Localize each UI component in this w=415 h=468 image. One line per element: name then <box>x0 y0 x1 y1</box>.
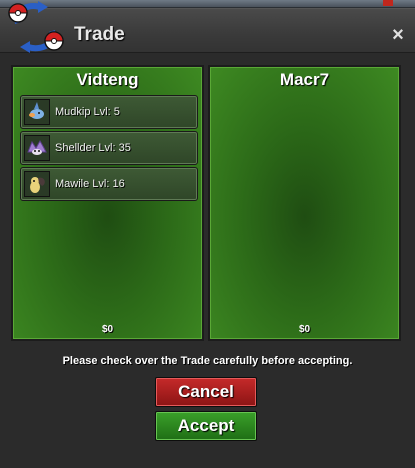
cancel-button[interactable]: Cancel <box>155 377 257 407</box>
title-bar: Trade × <box>0 1 415 53</box>
offer-slot-mudkip[interactable]: Mudkip Lvl: 5 <box>20 95 198 129</box>
my-offer-panel: Vidteng Mudkip Lvl: 5 Shellder Lvl: 35 M… <box>11 65 204 341</box>
offer-slot-shellder[interactable]: Shellder Lvl: 35 <box>20 131 198 165</box>
partner-player-name: Macr7 <box>279 70 330 89</box>
offer-slot-label: Mudkip Lvl: 5 <box>55 106 120 118</box>
accept-button[interactable]: Accept <box>155 411 257 441</box>
close-button[interactable]: × <box>389 25 407 45</box>
trade-warning-text: Please check over the Trade carefully be… <box>62 355 353 367</box>
mudkip-sprite-icon <box>24 99 50 125</box>
my-money-offer: $0 <box>101 324 114 335</box>
my-player-name: Vidteng <box>76 70 139 89</box>
partner-offer-panel: Macr7 $0 <box>208 65 401 341</box>
window-title: Trade <box>74 24 125 45</box>
offer-slot-label: Shellder Lvl: 35 <box>55 142 131 154</box>
shellder-sprite-icon <box>24 135 50 161</box>
partner-money-offer: $0 <box>298 324 311 335</box>
trade-swap-logo-icon <box>8 1 64 53</box>
offer-slot-mawile[interactable]: Mawile Lvl: 16 <box>20 167 198 201</box>
mawile-sprite-icon <box>24 171 50 197</box>
offer-slot-label: Mawile Lvl: 16 <box>55 178 125 190</box>
trade-window: Trade × Vidteng Mudkip Lvl: 5 Shellder L… <box>0 1 415 468</box>
top-strip-red-marker <box>383 0 393 6</box>
